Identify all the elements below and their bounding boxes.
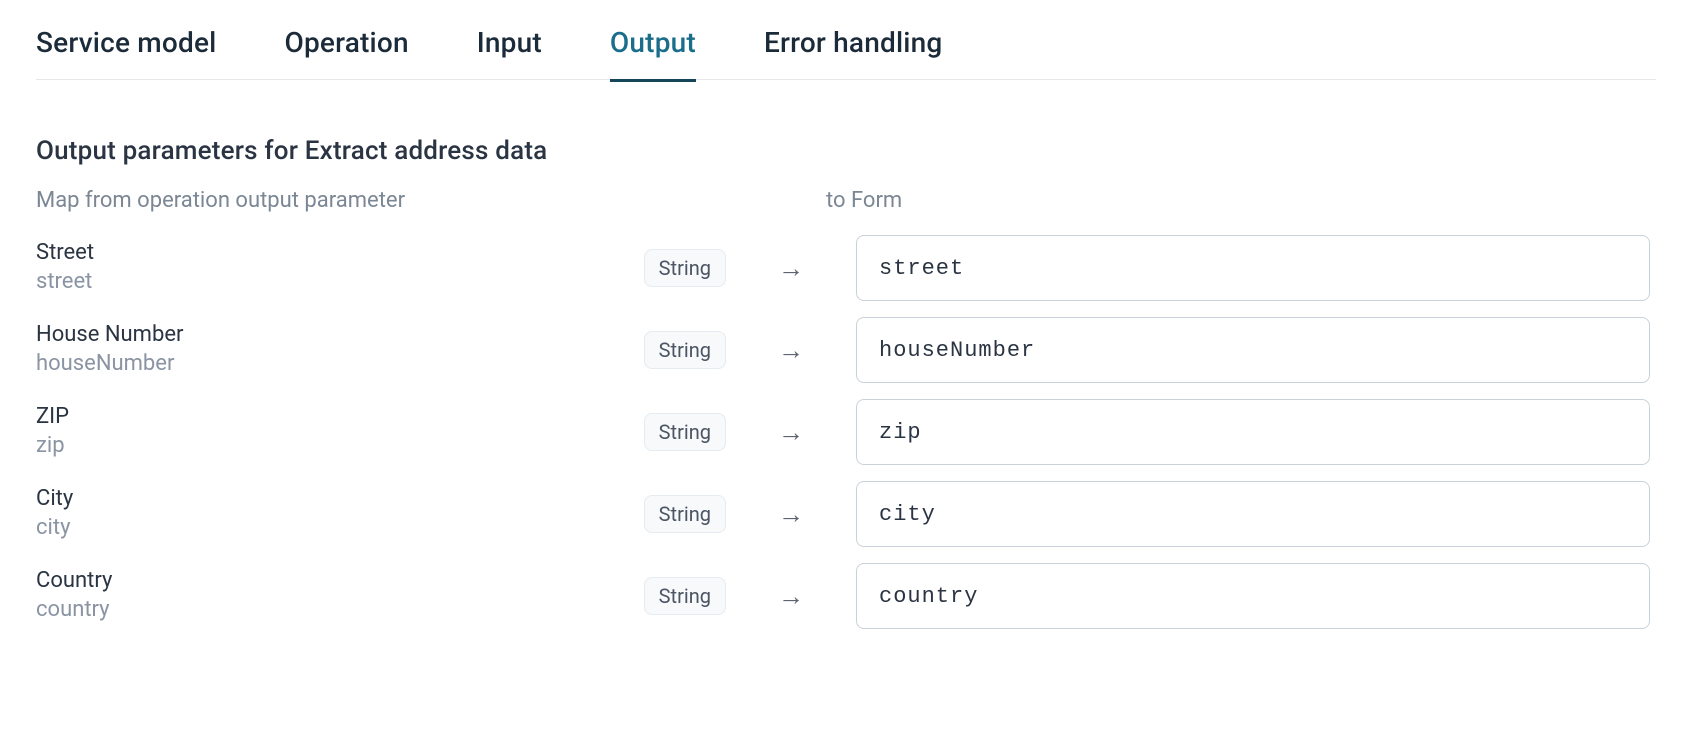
arrow-right-icon: → [726,417,856,448]
arrow-right-icon: → [726,253,856,284]
param-row: House NumberhouseNumber String→ [36,309,1656,391]
tab-operation[interactable]: Operation [285,20,409,82]
type-badge: String [644,577,726,615]
type-badge: String [644,249,726,287]
param-key: zip [36,432,596,461]
param-key: country [36,596,596,625]
param-row: ZIPzip String→ [36,391,1656,473]
form-binding-input[interactable] [856,481,1650,547]
arrow-right-icon: → [726,581,856,612]
param-label: Country [36,567,596,596]
type-badge: String [644,413,726,451]
param-row: Citycity String→ [36,473,1656,555]
param-label: ZIP [36,403,596,432]
param-key: city [36,514,596,543]
form-binding-input[interactable] [856,399,1650,465]
tab-service-model[interactable]: Service model [36,20,217,82]
tab-output[interactable]: Output [610,20,696,82]
type-badge: String [644,495,726,533]
param-key: street [36,268,596,297]
param-key: houseNumber [36,350,596,379]
param-label: Street [36,239,596,268]
param-row: Streetstreet String→ [36,227,1656,309]
tab-error-handling[interactable]: Error handling [764,20,943,82]
form-binding-input[interactable] [856,235,1650,301]
form-binding-input[interactable] [856,563,1650,629]
param-label: House Number [36,321,596,350]
form-binding-input[interactable] [856,317,1650,383]
param-row: Countrycountry String→ [36,555,1656,637]
param-label: City [36,485,596,514]
column-header-target: to Form [826,188,1656,213]
section-title: Output parameters for Extract address da… [36,136,1656,166]
arrow-right-icon: → [726,499,856,530]
column-header-source: Map from operation output parameter [36,188,826,213]
tab-input[interactable]: Input [477,20,542,82]
arrow-right-icon: → [726,335,856,366]
type-badge: String [644,331,726,369]
